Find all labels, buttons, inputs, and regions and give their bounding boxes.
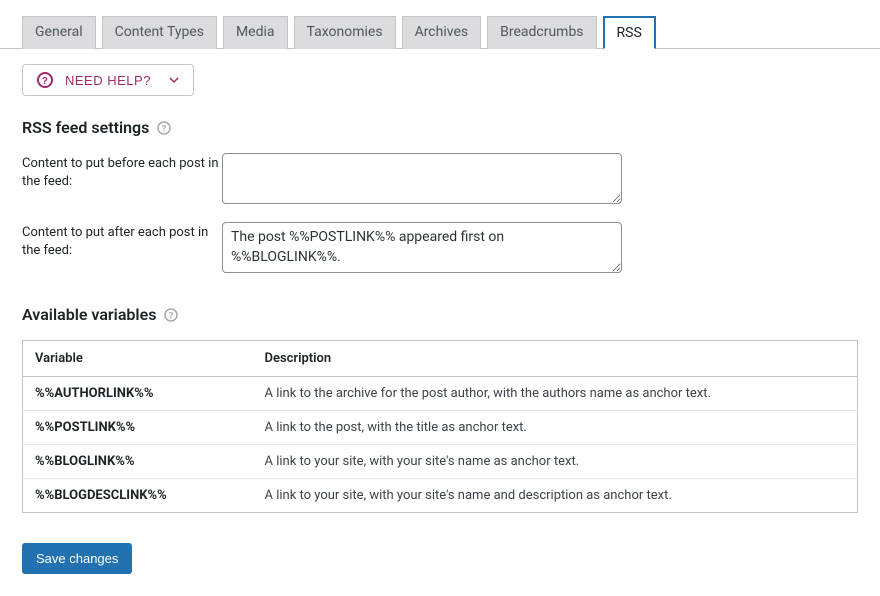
- variable-cell: %%BLOGLINK%%: [23, 445, 253, 479]
- description-cell: A link to your site, with your site's na…: [253, 479, 858, 513]
- svg-text:?: ?: [162, 124, 167, 134]
- after-post-row: Content to put after each post in the fe…: [22, 222, 858, 273]
- before-post-label: Content to put before each post in the f…: [22, 153, 222, 191]
- svg-text:?: ?: [42, 76, 49, 87]
- available-variables-title: Available variables ?: [22, 305, 858, 324]
- save-changes-button[interactable]: Save changes: [22, 543, 132, 574]
- before-post-row: Content to put before each post in the f…: [22, 153, 858, 204]
- tab-content: ? NEED HELP? RSS feed settings ? Content…: [0, 49, 880, 596]
- svg-text:?: ?: [169, 311, 174, 321]
- available-variables-title-text: Available variables: [22, 305, 156, 324]
- table-header-row: Variable Description: [23, 341, 858, 377]
- header-description: Description: [253, 341, 858, 377]
- variable-cell: %%POSTLINK%%: [23, 411, 253, 445]
- tab-breadcrumbs[interactable]: Breadcrumbs: [487, 16, 596, 49]
- table-row: %%AUTHORLINK%% A link to the archive for…: [23, 377, 858, 411]
- table-row: %%BLOGLINK%% A link to your site, with y…: [23, 445, 858, 479]
- available-variables-section: Available variables ? Variable Descripti…: [22, 305, 858, 513]
- table-row: %%BLOGDESCLINK%% A link to your site, wi…: [23, 479, 858, 513]
- rss-feed-settings-title-text: RSS feed settings: [22, 118, 149, 137]
- after-post-label: Content to put after each post in the fe…: [22, 222, 222, 260]
- table-row: %%POSTLINK%% A link to the post, with th…: [23, 411, 858, 445]
- variables-table: Variable Description %%AUTHORLINK%% A li…: [22, 340, 858, 513]
- rss-feed-settings-title: RSS feed settings ?: [22, 118, 858, 137]
- header-variable: Variable: [23, 341, 253, 377]
- variable-cell: %%BLOGDESCLINK%%: [23, 479, 253, 513]
- before-post-textarea[interactable]: [222, 153, 622, 204]
- description-cell: A link to your site, with your site's na…: [253, 445, 858, 479]
- question-circle-icon: ?: [37, 72, 53, 88]
- tab-taxonomies[interactable]: Taxonomies: [294, 16, 396, 49]
- help-icon[interactable]: ?: [157, 121, 171, 135]
- description-cell: A link to the post, with the title as an…: [253, 411, 858, 445]
- tab-general[interactable]: General: [22, 16, 96, 49]
- after-post-textarea[interactable]: [222, 222, 622, 273]
- chevron-down-icon: [169, 75, 179, 85]
- tab-archives[interactable]: Archives: [402, 16, 482, 49]
- settings-tabs: General Content Types Media Taxonomies A…: [0, 0, 880, 49]
- need-help-label: NEED HELP?: [65, 73, 151, 88]
- help-icon[interactable]: ?: [164, 308, 178, 322]
- description-cell: A link to the archive for the post autho…: [253, 377, 858, 411]
- tab-rss[interactable]: RSS: [603, 16, 656, 49]
- tab-content-types[interactable]: Content Types: [102, 16, 217, 49]
- variable-cell: %%AUTHORLINK%%: [23, 377, 253, 411]
- need-help-button[interactable]: ? NEED HELP?: [22, 64, 194, 96]
- tab-media[interactable]: Media: [223, 16, 288, 49]
